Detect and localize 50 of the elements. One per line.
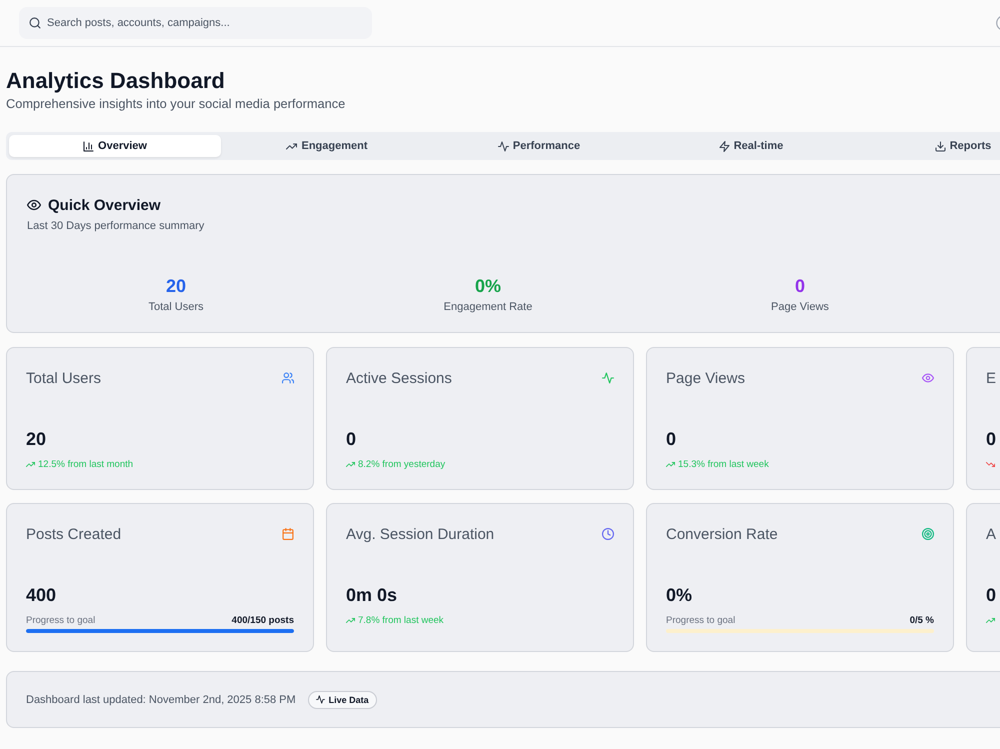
progress-label: Progress to goal [26, 614, 96, 626]
metric-value: 0m 0s [346, 584, 398, 607]
pulse-line-icon [316, 695, 325, 704]
stat-label: Total Users [148, 300, 204, 314]
progress-reading: 400/150 posts [232, 614, 294, 626]
tab[interactable]: Engagement [221, 135, 433, 157]
card-title: Conversion Rate [666, 526, 778, 542]
metric-value: 20 [26, 428, 48, 451]
stat-value: 0% [474, 275, 501, 297]
pulse-line-icon [498, 140, 509, 152]
download-icon [934, 140, 946, 152]
page-subtitle: Comprehensive insights into your social media performance [6, 95, 346, 113]
bar-chart-icon [83, 140, 94, 152]
trend-text: 7.8% from last week [358, 614, 444, 626]
stat-value: 20 [166, 275, 186, 297]
search-field[interactable]: Search posts, accounts, campaigns... [19, 7, 372, 39]
card-subtitle: Last 30 Days performance summary [27, 219, 206, 233]
trend-text: 12.5% from last month [38, 458, 134, 470]
stat-label: Page Views [771, 300, 829, 314]
badge-label: Live Data [328, 694, 369, 704]
card-title: E [986, 370, 996, 386]
stat-value: 0 [794, 275, 805, 297]
last-updated-text: Dashboard last updated: November 2nd, 2025 8:58 PM [26, 694, 296, 706]
metric-value: 0 [346, 428, 358, 451]
card-title: Quick Overview [48, 196, 161, 214]
eye-icon [27, 198, 41, 212]
page-title: Analytics Dashboard [6, 67, 226, 95]
card-title: Active Sessions [346, 370, 452, 386]
metric-value: 400 [26, 584, 58, 607]
tab[interactable]: Overview [9, 135, 221, 157]
progress-reading: 0/5 % [910, 614, 934, 626]
trending-up-icon [286, 140, 298, 152]
progress-label: Progress to goal [666, 614, 736, 626]
stat-label: Engagement Rate [444, 300, 532, 314]
card-title: Posts Created [26, 526, 122, 542]
card-title: A [986, 526, 996, 542]
metric-value: 0 [986, 584, 998, 607]
card-title: Total Users [26, 370, 102, 386]
tab[interactable]: Reports [857, 135, 1000, 157]
card-title: Page Views [666, 370, 745, 386]
card-title: Avg. Session Duration [346, 526, 494, 542]
metric-value: 0 [666, 428, 678, 451]
search-icon [29, 17, 41, 29]
trend-text: 8.2% from yesterday [358, 458, 446, 470]
metric-value: 0% [666, 584, 694, 607]
metric-value: 0 [986, 428, 998, 451]
trend-text: 15.3% from last week [678, 458, 769, 470]
tab[interactable]: Performance [433, 135, 645, 157]
tab[interactable]: Real-time [645, 135, 857, 157]
lightning-icon [718, 140, 730, 152]
